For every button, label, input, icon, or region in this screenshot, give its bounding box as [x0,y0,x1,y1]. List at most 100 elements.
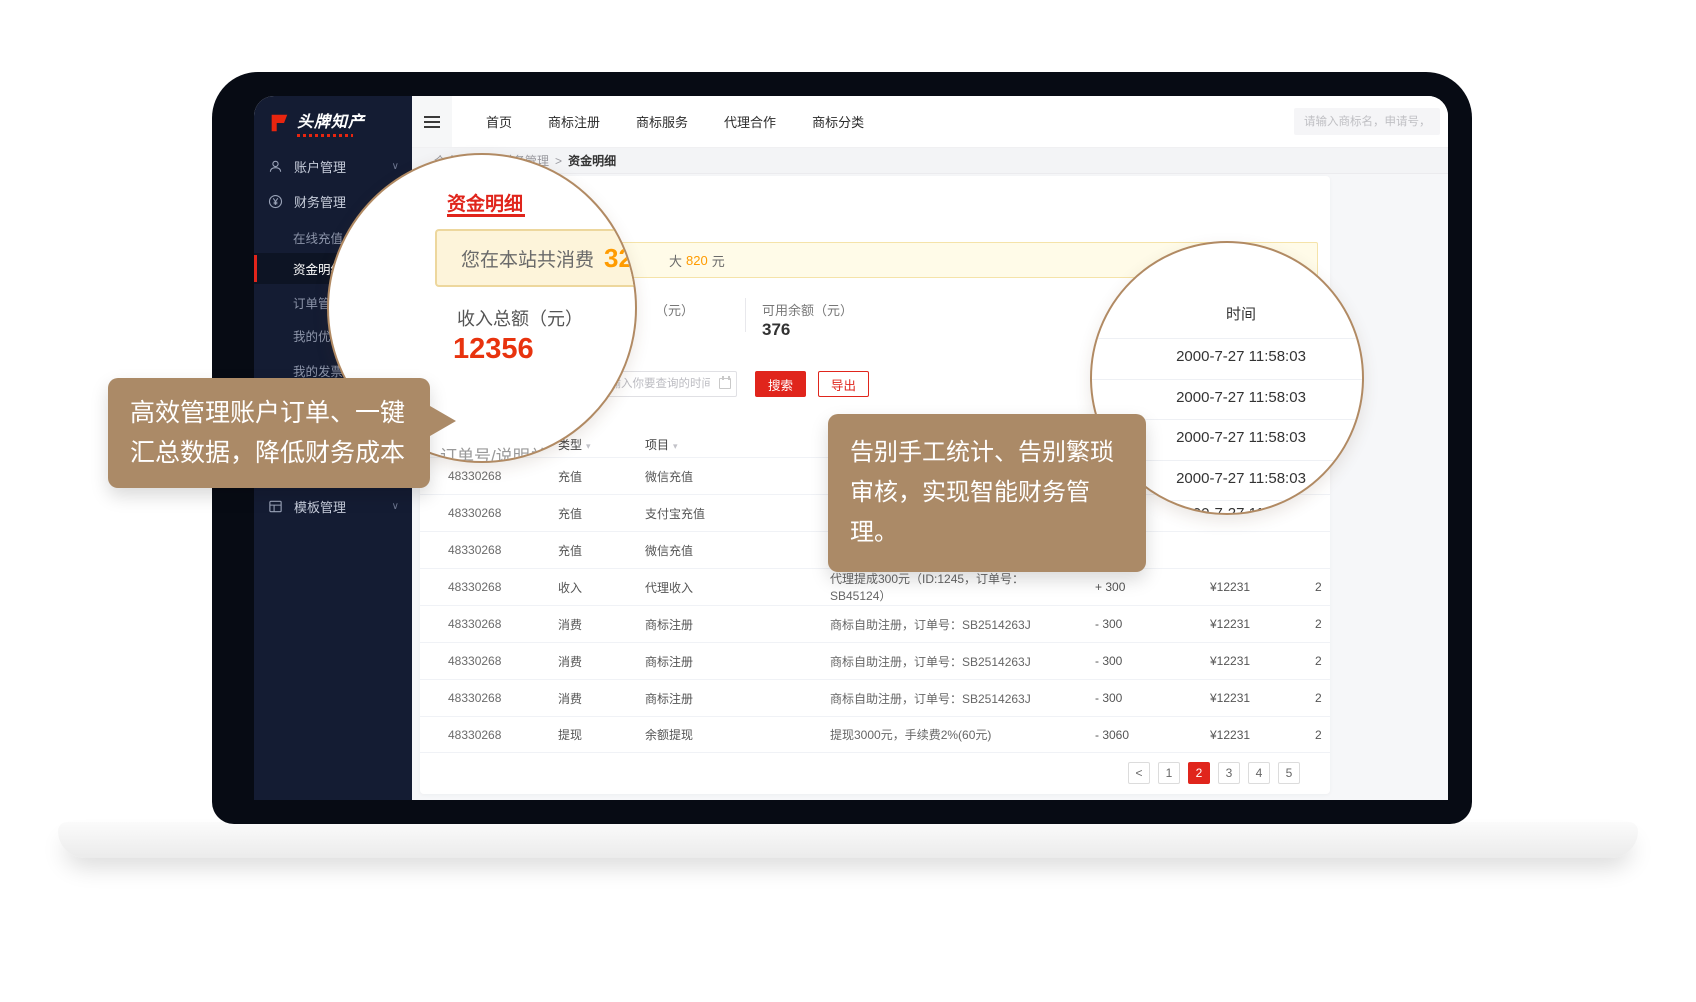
tooltip-left: 高效管理账户订单、一键 汇总数据，降低财务成本 [108,378,430,488]
stat-divider [745,298,746,332]
breadcrumb-current: 资金明细 [568,152,616,169]
cell-balance: ¥12231 [1185,691,1315,705]
pagination-page-2-active[interactable]: 2 [1188,762,1210,784]
cell-balance: ¥12231 [1185,654,1315,668]
export-button[interactable]: 导出 [818,371,869,397]
search-button[interactable]: 搜索 [755,371,806,397]
hamburger-menu-icon[interactable] [424,116,440,128]
banner-tail-char: 大 [669,251,682,270]
cell-balance: ¥12231 [1185,728,1315,742]
logo-subtext-decoration [297,134,353,137]
cell-type: 充值 [558,468,645,485]
stage: 头牌知产 账户管理 ∨ [0,0,1696,1002]
sidebar-item-label: 账户管理 [294,157,346,176]
nav-tab-home[interactable]: 首页 [486,112,512,131]
magnified-time-value: 2000-7-27 11:58:03 [1092,348,1362,365]
cell-project: 商标注册 [645,616,810,633]
sidebar-item-label: 模板管理 [294,497,346,516]
tooltip-arrow-right-icon [430,406,471,436]
tooltip-right-line1: 告别手工统计、告别繁琐 [850,433,1124,473]
cell-order-no: 48330268 [420,617,558,631]
pagination: < 1 2 3 4 5 [1128,762,1300,784]
table-row[interactable]: 48330268 提现 余额提现 提现3000元，手续费2%(60元) - 30… [420,716,1330,753]
cell-order-no: 48330268 [420,506,558,520]
cell-time-clipped: 2 [1315,654,1330,668]
sidebar-item-template[interactable]: 模板管理 ∨ [254,489,412,523]
cell-project: 商标注册 [645,653,810,670]
banner-tail-unit: 元 [712,251,725,270]
magnified-column-header: 订单号/说明关键字 [440,442,581,463]
cell-project: 余额提现 [645,726,810,743]
tooltip-left-line1: 高效管理账户订单、一键 [130,393,408,433]
cell-time-clipped: 2 [1315,580,1330,594]
cell-type: 收入 [558,579,645,596]
calendar-icon[interactable] [719,378,731,389]
stat-balance-value: 376 [762,320,790,340]
cell-amount: - 3060 [1075,728,1185,742]
cell-desc: 商标自助注册，订单号：SB2514263J [810,690,1075,707]
top-navbar: 首页 商标注册 商标服务 代理合作 商标分类 [412,96,1448,148]
trademark-search-input[interactable] [1294,108,1440,135]
cell-balance: ¥12231 [1185,580,1315,594]
cell-type: 消费 [558,690,645,707]
cell-order-no: 48330268 [420,654,558,668]
cell-order-no: 48330268 [420,580,558,594]
cell-type: 提现 [558,726,645,743]
cell-desc: 商标自助注册，订单号：SB2514263J [810,653,1075,670]
cell-project: 商标注册 [645,690,810,707]
cell-order-no: 48330268 [420,728,558,742]
magnified-income-value: 12356 [453,333,534,366]
header-project[interactable]: 项目▾ [645,436,810,453]
magnified-banner-amount: 32124 [604,243,637,274]
sidebar-item-account[interactable]: 账户管理 ∨ [254,149,412,183]
table-row[interactable]: 48330268 消费 商标注册 商标自助注册，订单号：SB2514263J -… [420,605,1330,642]
sort-caret-icon: ▾ [586,441,591,451]
nav-tab-agent-cooperation[interactable]: 代理合作 [724,112,776,131]
pagination-prev-button[interactable]: < [1128,762,1150,784]
cell-project: 微信充值 [645,542,810,559]
cell-desc: 商标自助注册，订单号：SB2514263J [810,616,1075,633]
pagination-page-5[interactable]: 5 [1278,762,1300,784]
tooltip-right: 告别手工统计、告别繁琐 审核，实现智能财务管 理。 [828,414,1146,572]
cell-desc: 提现3000元，手续费2%(60元) [810,726,1075,743]
chevron-down-icon: ∨ [392,161,399,172]
template-icon [268,499,283,514]
tooltip-left-line2: 汇总数据，降低财务成本 [130,433,408,473]
stat-expense-label-partial: （元） [655,300,694,319]
magnified-income-label: 收入总额（元） [457,305,583,331]
cell-type: 充值 [558,505,645,522]
cell-project: 微信充值 [645,468,810,485]
tooltip-right-line3: 理。 [850,513,1124,553]
pagination-page-1[interactable]: 1 [1158,762,1180,784]
cell-amount: - 300 [1075,654,1185,668]
cell-order-no: 48330268 [420,469,558,483]
table-row[interactable]: 48330268 收入 代理收入 代理提成300元（ID:1245，订单号：SB… [420,568,1330,605]
cell-type: 消费 [558,616,645,633]
cell-time-clipped: 2 [1315,691,1330,705]
cell-order-no: 48330268 [420,691,558,705]
pagination-page-3[interactable]: 3 [1218,762,1240,784]
magnified-consumption-banner: 您在本站共消费 32124 [435,229,637,287]
brand-flag-icon [268,112,290,134]
table-row[interactable]: 48330268 消费 商标注册 商标自助注册，订单号：SB2514263J -… [420,679,1330,716]
nav-tab-trademark-service[interactable]: 商标服务 [636,112,688,131]
stat-balance-label: 可用余额（元） [762,300,853,319]
magnified-time-value: 2000-7-27 11:58:03 [1092,389,1362,406]
cell-desc: 代理提成300元（ID:1245，订单号：SB45124） [810,570,1075,604]
sidebar-item-label: 财务管理 [294,192,346,211]
magnified-time-header: 时间 [1092,303,1362,324]
cell-time-clipped: 2 [1315,617,1330,631]
nav-tab-trademark-category[interactable]: 商标分类 [812,112,864,131]
nav-tab-trademark-register[interactable]: 商标注册 [548,112,600,131]
sidebar-subitem-label: 在线充值 [293,228,343,247]
yen-coin-icon [268,194,283,209]
pagination-page-4[interactable]: 4 [1248,762,1270,784]
logo[interactable]: 头牌知产 [268,108,365,137]
cell-project: 支付宝充值 [645,505,810,522]
row-divider [1092,338,1362,339]
table-row[interactable]: 48330268 消费 商标注册 商标自助注册，订单号：SB2514263J -… [420,642,1330,679]
chevron-down-icon: ∨ [392,501,399,512]
user-icon [268,159,283,174]
nav-tabs: 首页 商标注册 商标服务 代理合作 商标分类 [486,112,864,131]
magnified-banner-prefix: 您在本站共消费 [461,245,594,272]
